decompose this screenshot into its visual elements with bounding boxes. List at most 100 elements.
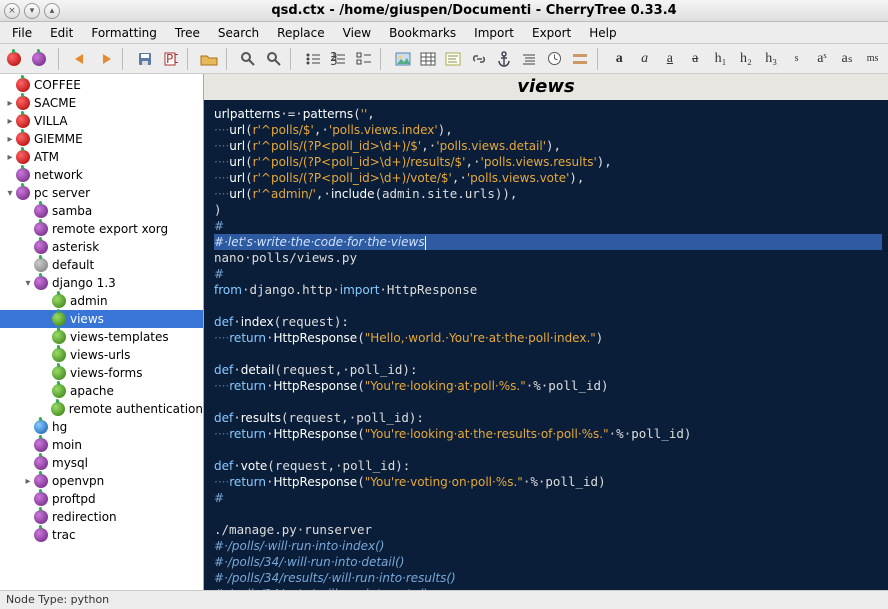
small-button[interactable]: s bbox=[785, 47, 808, 71]
insert-codebox-icon[interactable] bbox=[442, 47, 465, 71]
menu-view[interactable]: View bbox=[335, 24, 379, 42]
monospace-button[interactable]: ms bbox=[861, 47, 884, 71]
expand-icon[interactable]: ▸ bbox=[22, 476, 34, 487]
tree-node-hg[interactable]: hg bbox=[0, 418, 203, 436]
tree-node-views-forms[interactable]: views-forms bbox=[0, 364, 203, 382]
cherry-icon bbox=[34, 474, 48, 488]
tree-node-default[interactable]: default bbox=[0, 256, 203, 274]
tree-node-remote-authentication[interactable]: remote authentication bbox=[0, 400, 203, 418]
cherry-icon bbox=[34, 276, 48, 290]
toolbar-separator bbox=[58, 48, 64, 70]
h3-button[interactable]: h₃ bbox=[760, 47, 783, 71]
insert-anchor-icon[interactable] bbox=[492, 47, 515, 71]
list-numbered-icon[interactable]: 123 bbox=[327, 47, 350, 71]
cherry-red-icon[interactable] bbox=[4, 47, 27, 71]
tree-node-samba[interactable]: samba bbox=[0, 202, 203, 220]
expand-icon[interactable]: ▸ bbox=[4, 98, 16, 109]
bold-button[interactable]: a bbox=[608, 47, 631, 71]
tree-node-label: asterisk bbox=[52, 240, 99, 254]
find-icon[interactable] bbox=[237, 47, 260, 71]
tree-node-network[interactable]: network bbox=[0, 166, 203, 184]
tree-node-moin[interactable]: moin bbox=[0, 436, 203, 454]
toolbar-separator bbox=[380, 48, 386, 70]
cherry-icon bbox=[34, 420, 48, 434]
insert-table-icon[interactable] bbox=[416, 47, 439, 71]
strikethrough-button[interactable]: a bbox=[684, 47, 707, 71]
menu-replace[interactable]: Replace bbox=[269, 24, 332, 42]
insert-link-icon[interactable] bbox=[467, 47, 490, 71]
tree-node-label: admin bbox=[70, 294, 108, 308]
tree-node-mysql[interactable]: mysql bbox=[0, 454, 203, 472]
cherry-icon bbox=[16, 96, 30, 110]
tree-node-coffee[interactable]: COFFEE bbox=[0, 76, 203, 94]
menu-import[interactable]: Import bbox=[466, 24, 522, 42]
arrow-right-icon[interactable] bbox=[94, 47, 117, 71]
menu-edit[interactable]: Edit bbox=[42, 24, 81, 42]
h1-button[interactable]: h₁ bbox=[709, 47, 732, 71]
menu-file[interactable]: File bbox=[4, 24, 40, 42]
tree-node-label: ATM bbox=[34, 150, 59, 164]
cherry-icon bbox=[52, 348, 66, 362]
horizontal-rule-icon[interactable] bbox=[568, 47, 591, 71]
expand-icon[interactable]: ▾ bbox=[22, 278, 34, 289]
menu-bookmarks[interactable]: Bookmarks bbox=[381, 24, 464, 42]
tree-node-views[interactable]: views bbox=[0, 310, 203, 328]
expand-icon[interactable]: ▸ bbox=[4, 152, 16, 163]
tree-node-proftpd[interactable]: proftpd bbox=[0, 490, 203, 508]
tree-node-django-1-3[interactable]: ▾django 1.3 bbox=[0, 274, 203, 292]
insert-toc-icon[interactable] bbox=[518, 47, 541, 71]
expand-icon[interactable]: ▸ bbox=[4, 116, 16, 127]
expand-icon[interactable]: ▸ bbox=[4, 134, 16, 145]
tree-node-trac[interactable]: trac bbox=[0, 526, 203, 544]
timestamp-icon[interactable] bbox=[543, 47, 566, 71]
replace-icon[interactable] bbox=[262, 47, 285, 71]
open-icon[interactable] bbox=[198, 47, 221, 71]
h2-button[interactable]: h₂ bbox=[734, 47, 757, 71]
tree-node-label: COFFEE bbox=[34, 78, 81, 92]
menu-search[interactable]: Search bbox=[210, 24, 267, 42]
cherry-purple-icon[interactable] bbox=[29, 47, 52, 71]
arrow-left-icon[interactable] bbox=[69, 47, 92, 71]
italic-button[interactable]: a bbox=[633, 47, 656, 71]
editor-panel: views urlpatterns·=·patterns('', ····url… bbox=[204, 74, 888, 590]
code-area[interactable]: urlpatterns·=·patterns('', ····url(r'^po… bbox=[204, 100, 888, 590]
underline-button[interactable]: a bbox=[658, 47, 681, 71]
window-close-button[interactable]: × bbox=[4, 3, 20, 19]
toolbar-separator bbox=[187, 48, 193, 70]
tree-node-admin[interactable]: admin bbox=[0, 292, 203, 310]
menu-formatting[interactable]: Formatting bbox=[83, 24, 165, 42]
menu-help[interactable]: Help bbox=[581, 24, 624, 42]
subscript-button[interactable]: aₛ bbox=[836, 47, 859, 71]
menu-export[interactable]: Export bbox=[524, 24, 579, 42]
tree-node-views-templates[interactable]: views-templates bbox=[0, 328, 203, 346]
tree-node-redirection[interactable]: redirection bbox=[0, 508, 203, 526]
export-pdf-icon[interactable]: PDF bbox=[158, 47, 181, 71]
list-todo-icon[interactable] bbox=[352, 47, 375, 71]
cherry-icon bbox=[16, 168, 30, 182]
menu-tree[interactable]: Tree bbox=[167, 24, 208, 42]
tree-node-giemme[interactable]: ▸GIEMME bbox=[0, 130, 203, 148]
node-title: views bbox=[204, 74, 888, 100]
tree-node-openvpn[interactable]: ▸openvpn bbox=[0, 472, 203, 490]
superscript-button[interactable]: aˢ bbox=[810, 47, 833, 71]
list-bulleted-icon[interactable] bbox=[301, 47, 324, 71]
tree-node-sacme[interactable]: ▸SACME bbox=[0, 94, 203, 112]
tree-node-apache[interactable]: apache bbox=[0, 382, 203, 400]
tree-node-villa[interactable]: ▸VILLA bbox=[0, 112, 203, 130]
tree-node-remote-export-xorg[interactable]: remote export xorg bbox=[0, 220, 203, 238]
tree-node-atm[interactable]: ▸ ATM bbox=[0, 148, 203, 166]
tree-node-views-urls[interactable]: views-urls bbox=[0, 346, 203, 364]
insert-image-icon[interactable] bbox=[391, 47, 414, 71]
expand-icon[interactable]: ▾ bbox=[4, 188, 16, 199]
window-minimize-button[interactable]: ▾ bbox=[24, 3, 40, 19]
tree-node-pc-server[interactable]: ▾pc server bbox=[0, 184, 203, 202]
cherry-icon bbox=[34, 222, 48, 236]
tree-node-label: views-forms bbox=[70, 366, 142, 380]
tree-panel[interactable]: COFFEE▸SACME▸VILLA▸GIEMME▸ATMnetwork▾pc … bbox=[0, 74, 204, 590]
save-icon[interactable] bbox=[133, 47, 156, 71]
cherry-icon bbox=[52, 366, 66, 380]
cherry-icon bbox=[34, 492, 48, 506]
window-maximize-button[interactable]: ▴ bbox=[44, 3, 60, 19]
tree-node-asterisk[interactable]: asterisk bbox=[0, 238, 203, 256]
cherry-icon bbox=[34, 204, 48, 218]
